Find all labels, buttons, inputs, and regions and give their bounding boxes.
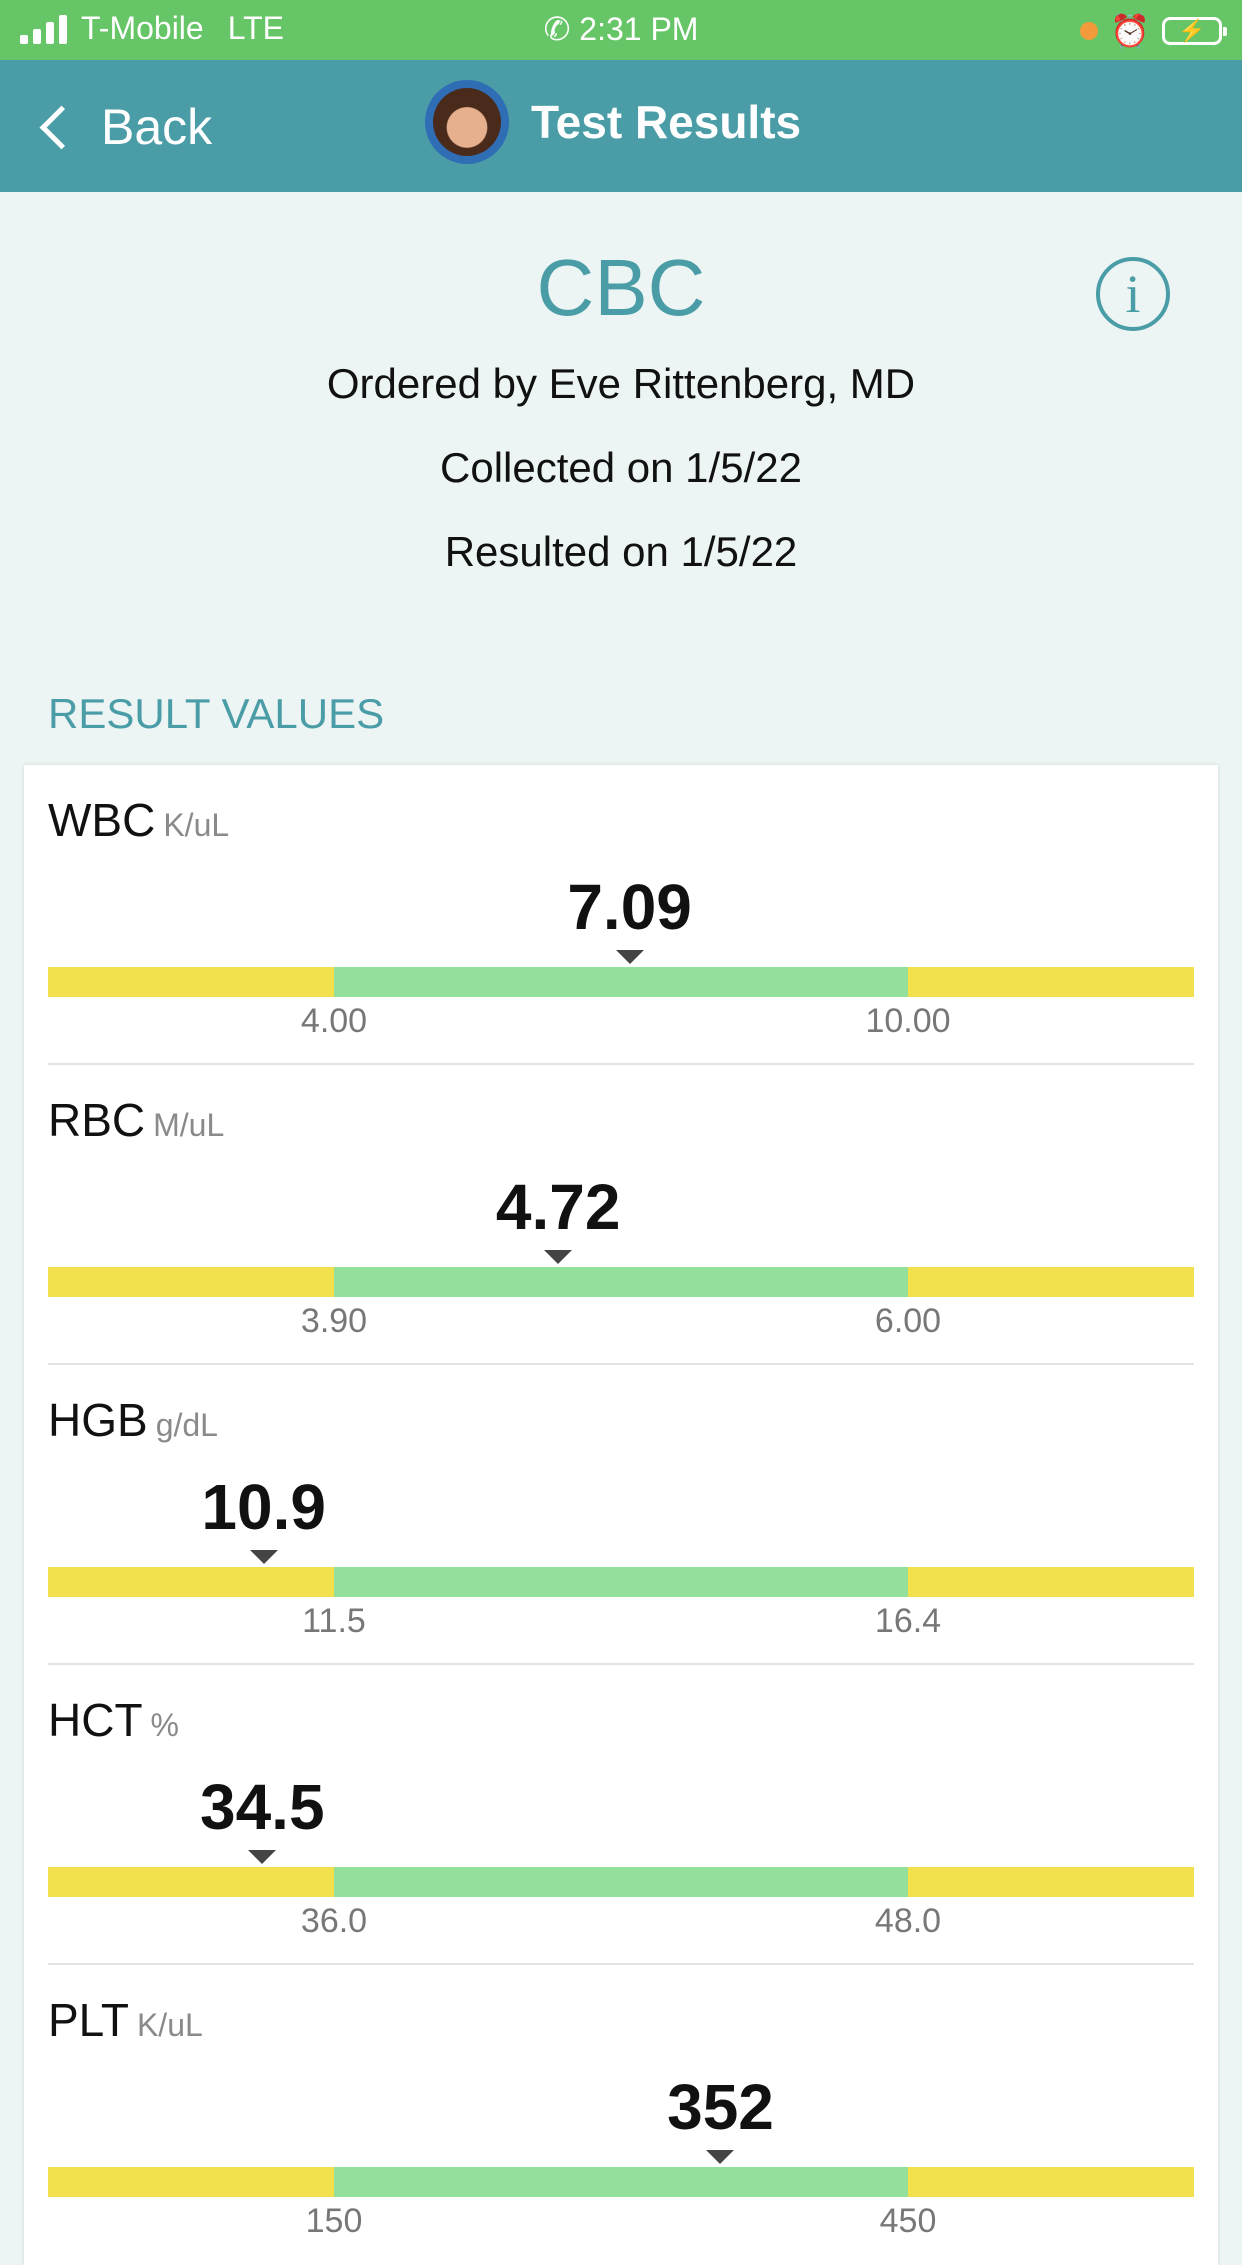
range-high-segment — [908, 1267, 1194, 1297]
range-low-segment — [48, 1267, 334, 1297]
result-name: PLT — [48, 1994, 129, 2046]
range-normal-segment — [334, 1567, 908, 1597]
result-unit: M/uL — [153, 1107, 225, 1143]
avatar[interactable] — [425, 80, 509, 164]
range-low-segment — [48, 967, 334, 997]
range-low-segment — [48, 1567, 334, 1597]
battery-charging-icon: ⚡ — [1162, 17, 1227, 45]
status-bar: T-Mobile LTE ✆ 2:31 PM ⏰ ⚡ — [0, 0, 1242, 60]
avatar-photo — [433, 88, 501, 156]
result-row-rbc[interactable]: RBC M/uL 4.72 3.90 6.00 — [48, 1065, 1194, 1365]
nav-title-group: Test Results — [425, 80, 801, 164]
range-normal-segment — [334, 2167, 908, 2197]
result-label: HGB g/dL — [48, 1393, 218, 1447]
result-value: 7.09 — [567, 871, 692, 943]
status-bar-right: ⏰ ⚡ — [1080, 12, 1227, 50]
result-name: HGB — [48, 1394, 148, 1446]
range-normal-segment — [334, 967, 908, 997]
test-name: CBC — [536, 243, 706, 332]
range-high-label: 48.0 — [874, 1902, 942, 1940]
range-high-label: 10.00 — [865, 1002, 951, 1040]
info-button[interactable]: i — [1096, 257, 1170, 331]
phone-icon: ✆ — [543, 11, 571, 47]
result-name: RBC — [48, 1094, 146, 1146]
result-label: WBC K/uL — [48, 793, 229, 847]
result-value: 352 — [667, 2071, 774, 2143]
result-row-wbc[interactable]: WBC K/uL 7.09 4.00 10.00 — [48, 765, 1194, 1065]
range-bar — [48, 2167, 1194, 2197]
section-header: RESULT VALUES — [48, 690, 385, 737]
range-bar — [48, 1867, 1194, 1897]
range-high-segment — [908, 1867, 1194, 1897]
info-icon: i — [1125, 264, 1141, 324]
range-high-label: 6.00 — [874, 1302, 942, 1340]
result-unit: % — [150, 1707, 179, 1743]
result-row-hct[interactable]: HCT% 34.5 36.0 48.0 — [48, 1665, 1194, 1965]
result-label: PLT K/uL — [48, 1993, 203, 2047]
value-marker-icon — [615, 950, 644, 964]
ordered-by: Ordered by Eve Rittenberg, MD — [326, 360, 916, 407]
range-low-segment — [48, 1867, 334, 1897]
range-low-label: 4.00 — [300, 1002, 368, 1040]
result-name: WBC — [48, 794, 156, 846]
range-high-segment — [908, 1567, 1194, 1597]
back-label: Back — [101, 99, 213, 155]
range-bar — [48, 967, 1194, 997]
result-value: 4.72 — [495, 1171, 621, 1243]
range-high-segment — [908, 2167, 1194, 2197]
value-marker-icon — [706, 2150, 735, 2164]
result-unit: g/dL — [155, 1407, 218, 1443]
range-high-segment — [908, 967, 1194, 997]
result-label: HCT% — [48, 1693, 179, 1747]
result-name: HCT — [48, 1694, 143, 1746]
collected-date: Collected on 1/5/22 — [440, 444, 802, 491]
results-card: WBC K/uL 7.09 4.00 10.00 RBC M/uL 4.72 3.9… — [24, 765, 1218, 2265]
result-value: 10.9 — [201, 1471, 326, 1543]
range-low-label: 36.0 — [300, 1902, 368, 1940]
range-high-label: 16.4 — [874, 1602, 942, 1640]
page-title: Test Results — [531, 96, 802, 148]
result-label: RBC M/uL — [48, 1093, 224, 1147]
status-time: 2:31 PM — [579, 11, 699, 47]
result-unit: K/uL — [136, 2007, 203, 2043]
result-unit: K/uL — [163, 807, 230, 843]
result-value: 34.5 — [199, 1771, 325, 1843]
range-normal-segment — [334, 1867, 908, 1897]
range-low-segment — [48, 2167, 334, 2197]
chevron-left-icon — [39, 105, 84, 149]
value-marker-icon — [544, 1250, 573, 1264]
range-bar — [48, 1567, 1194, 1597]
result-row-plt[interactable]: PLT K/uL 352 150 450 — [48, 1965, 1194, 2265]
privacy-indicator-icon — [1080, 22, 1099, 40]
navigation-bar: Back Test Results — [0, 60, 1242, 192]
range-normal-segment — [334, 1267, 908, 1297]
range-low-label: 3.90 — [300, 1302, 368, 1340]
alarm-icon: ⏰ — [1110, 13, 1150, 49]
range-bar — [48, 1267, 1194, 1297]
back-button[interactable]: Back — [36, 98, 212, 156]
resulted-date: Resulted on 1/5/22 — [444, 528, 798, 575]
value-marker-icon — [249, 1550, 278, 1564]
range-low-label: 11.5 — [302, 1602, 366, 1640]
status-bar-center: ✆ 2:31 PM — [0, 10, 1242, 48]
value-marker-icon — [248, 1850, 277, 1864]
result-row-hgb[interactable]: HGB g/dL 10.9 11.5 16.4 — [48, 1365, 1194, 1665]
